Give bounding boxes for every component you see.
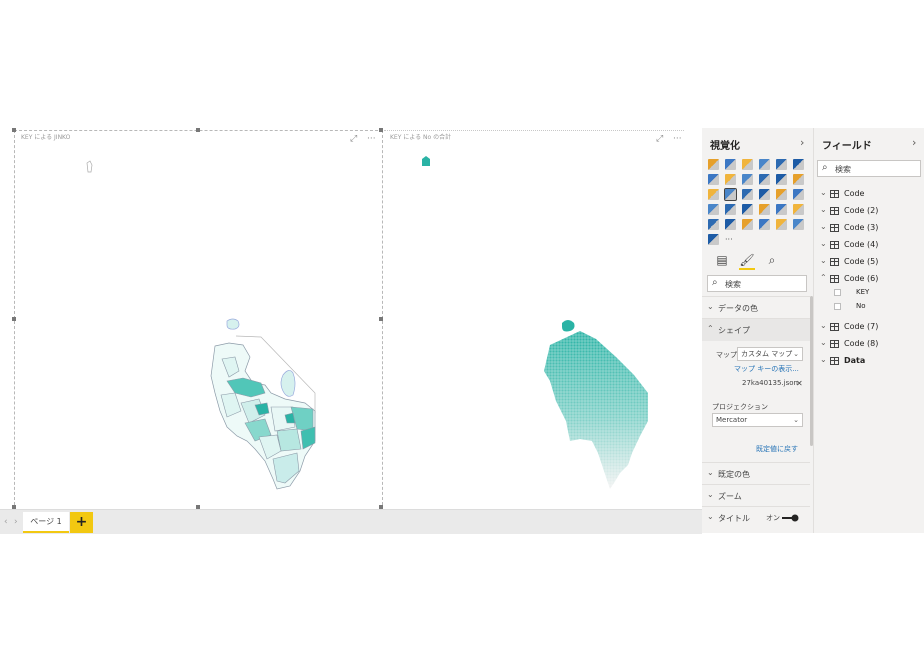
title-toggle-switch[interactable] bbox=[782, 514, 799, 522]
search-icon: ⌕ bbox=[822, 162, 828, 173]
visual-type-icon[interactable] bbox=[725, 204, 736, 215]
page-tab-bar: ‹ › ページ 1 + bbox=[0, 509, 702, 534]
table-icon bbox=[830, 340, 839, 348]
visual-type-icon[interactable] bbox=[742, 174, 753, 185]
collapse-pane-icon[interactable]: › bbox=[912, 136, 916, 149]
filled-map-visual-jinko[interactable]: KEY による JINKO ⤢ ··· bbox=[12, 128, 383, 510]
chevron-down-icon: ⌄ bbox=[820, 355, 827, 364]
map-file-name: 27ka40135.json bbox=[742, 379, 798, 387]
format-search-input[interactable]: ⌕ 検索 bbox=[707, 275, 807, 292]
visual-type-icon[interactable] bbox=[708, 174, 719, 185]
chevron-down-icon: ⌄ bbox=[793, 416, 799, 424]
chevron-down-icon: ⌄ bbox=[820, 205, 827, 214]
visual-type-icon[interactable] bbox=[793, 159, 804, 170]
visual-type-icon[interactable] bbox=[759, 219, 770, 230]
chevron-down-icon: ⌄ bbox=[707, 512, 714, 521]
visual-type-icon[interactable] bbox=[708, 204, 719, 215]
visualizations-pane: 視覚化 › ··· ▤ 🖌 ⌕ ⌕ 検索 ⌄ データの色 ⌃ シェイプ マップ … bbox=[702, 128, 814, 533]
visual-type-icon[interactable] bbox=[759, 174, 770, 185]
format-tab-icon[interactable]: 🖌 bbox=[739, 252, 755, 270]
shape-map-visual-no[interactable]: KEY による No の合計 ⤢ ··· bbox=[384, 130, 684, 509]
table-icon bbox=[830, 190, 839, 198]
visual-type-icon[interactable] bbox=[708, 219, 719, 230]
visual-type-icon[interactable] bbox=[776, 219, 787, 230]
chevron-up-icon: ⌃ bbox=[707, 324, 714, 333]
shape-section[interactable]: ⌃ シェイプ bbox=[702, 318, 810, 341]
page-tab-1[interactable]: ページ 1 bbox=[23, 512, 69, 533]
visual-type-icon[interactable] bbox=[793, 174, 804, 185]
data-colors-section[interactable]: ⌄ データの色 bbox=[702, 296, 810, 319]
reset-default-link[interactable]: 既定値に戻す bbox=[756, 444, 798, 454]
title-toggle-label: オン bbox=[766, 514, 780, 522]
visual-type-icon[interactable] bbox=[776, 159, 787, 170]
visual-type-icon[interactable] bbox=[742, 159, 753, 170]
table-icon bbox=[830, 241, 839, 249]
visual-type-icon[interactable] bbox=[759, 189, 770, 200]
search-icon: ⌕ bbox=[712, 277, 718, 288]
chevron-down-icon: ⌄ bbox=[820, 188, 827, 197]
visual-type-icon[interactable] bbox=[742, 219, 753, 230]
map-label: マップ bbox=[716, 351, 737, 359]
chevron-down-icon: ⌄ bbox=[707, 490, 714, 499]
chevron-down-icon: ⌄ bbox=[820, 222, 827, 231]
visual-type-icon[interactable] bbox=[724, 188, 737, 201]
chevron-down-icon: ⌄ bbox=[707, 302, 714, 311]
chevron-down-icon: ⌄ bbox=[820, 338, 827, 347]
visual-type-icon[interactable] bbox=[742, 204, 753, 215]
chevron-down-icon: ⌄ bbox=[707, 468, 714, 477]
fields-pane: フィールド › ⌕ 検索 ⌄ Code ⌄ Code (2) ⌄ Code (3) ⌄ Cod… bbox=[814, 128, 924, 533]
fields-header: フィールド bbox=[822, 141, 872, 152]
visual-type-icon[interactable] bbox=[759, 159, 770, 170]
visual-type-icon[interactable] bbox=[725, 159, 736, 170]
default-colors-section[interactable]: ⌄ 既定の色 bbox=[702, 462, 810, 485]
analytics-tab-icon[interactable]: ⌕ bbox=[764, 252, 780, 268]
choropleth-map[interactable] bbox=[15, 131, 382, 509]
previous-page-icon[interactable]: ‹ bbox=[4, 517, 8, 527]
visualizations-header: 視覚化 bbox=[710, 141, 740, 152]
table-icon bbox=[830, 357, 839, 365]
projection-dropdown[interactable]: Mercator ⌄ bbox=[712, 413, 803, 427]
remove-file-icon[interactable]: ✕ bbox=[796, 379, 803, 388]
collapse-pane-icon[interactable]: › bbox=[800, 136, 804, 149]
visual-type-icon[interactable] bbox=[708, 159, 719, 170]
visual-type-icon[interactable] bbox=[793, 189, 804, 200]
fields-tab-icon[interactable]: ▤ bbox=[714, 252, 730, 268]
table-icon bbox=[830, 275, 839, 283]
visual-type-icon[interactable] bbox=[793, 204, 804, 215]
chevron-down-icon: ⌄ bbox=[820, 321, 827, 330]
more-visuals-icon[interactable]: ··· bbox=[725, 234, 736, 245]
chevron-down-icon: ⌄ bbox=[820, 256, 827, 265]
title-section[interactable]: ⌄ タイトル オン bbox=[702, 506, 810, 529]
table-icon bbox=[830, 207, 839, 215]
visual-type-icon[interactable] bbox=[776, 204, 787, 215]
zoom-section[interactable]: ⌄ ズーム bbox=[702, 484, 810, 507]
projection-label: プロジェクション bbox=[712, 403, 768, 411]
view-map-keys-link[interactable]: マップ キーの表示... bbox=[734, 364, 799, 374]
visual-type-icon[interactable] bbox=[742, 189, 753, 200]
visual-type-icon[interactable] bbox=[708, 189, 719, 200]
table-icon bbox=[830, 224, 839, 232]
chevron-up-icon: ⌃ bbox=[820, 273, 827, 282]
chevron-down-icon: ⌄ bbox=[793, 350, 799, 358]
visual-type-icon[interactable] bbox=[793, 219, 804, 230]
fields-search-input[interactable]: ⌕ 検索 bbox=[817, 160, 921, 177]
pane-scrollbar[interactable] bbox=[810, 296, 813, 446]
visual-type-icon[interactable] bbox=[725, 174, 736, 185]
visual-type-icon[interactable] bbox=[725, 219, 736, 230]
next-page-icon[interactable]: › bbox=[14, 517, 18, 527]
visual-type-icon[interactable] bbox=[708, 234, 719, 245]
map-type-dropdown[interactable]: カスタム マップ ⌄ bbox=[737, 347, 803, 361]
field-checkbox[interactable] bbox=[834, 303, 841, 310]
visual-type-icon[interactable] bbox=[776, 174, 787, 185]
visual-type-icon[interactable] bbox=[776, 189, 787, 200]
field-checkbox[interactable] bbox=[834, 289, 841, 296]
add-page-button[interactable]: + bbox=[70, 512, 93, 533]
table-icon bbox=[830, 323, 839, 331]
visual-type-icon[interactable] bbox=[759, 204, 770, 215]
report-canvas: KEY による JINKO ⤢ ··· KEY による No の合計 ⤢ ··· bbox=[0, 128, 702, 533]
pane-tabs: ▤ 🖌 ⌕ bbox=[710, 252, 808, 274]
shape-map[interactable] bbox=[384, 131, 684, 509]
table-icon bbox=[830, 258, 839, 266]
chevron-down-icon: ⌄ bbox=[820, 239, 827, 248]
